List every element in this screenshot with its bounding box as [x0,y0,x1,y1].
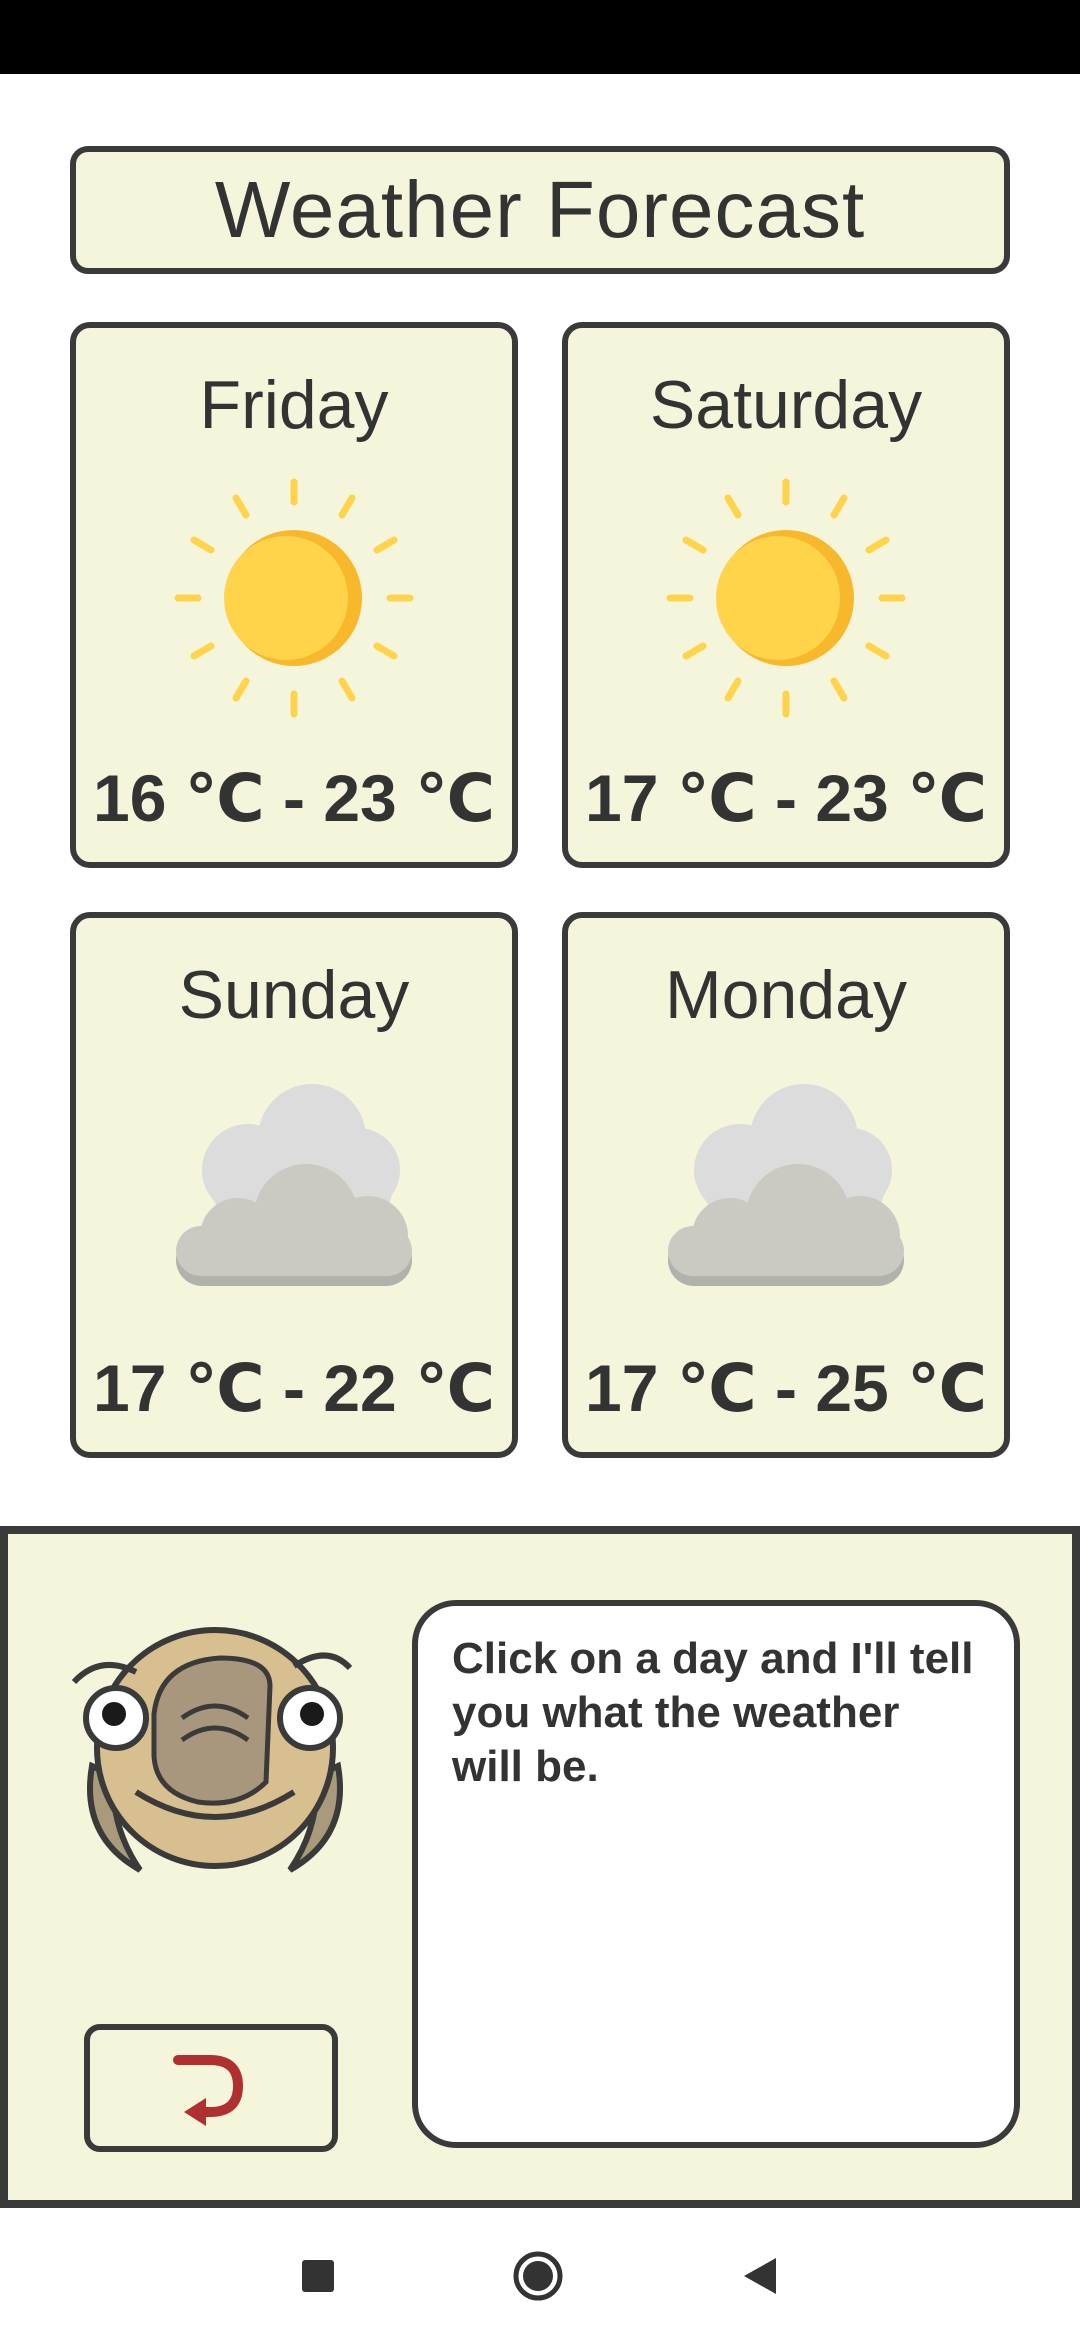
day-card-sunday[interactable]: Sunday 17 ℃ - 22 ℃ [70,912,518,1458]
back-triangle-icon[interactable] [730,2246,790,2306]
sun-icon [666,478,906,718]
day-card-monday[interactable]: Monday 17 ℃ - 25 ℃ [562,912,1010,1458]
undo-button[interactable] [84,2024,338,2152]
assistant-message: Click on a day and I'll tell you what th… [452,1634,974,1791]
sun-icon [174,478,414,718]
mascot-face-icon [71,1627,353,1873]
speech-bubble: Click on a day and I'll tell you what th… [412,1600,1020,2148]
day-name: Sunday [178,957,410,1033]
cloud-icon [176,1084,412,1286]
temperature-range: 16 ℃ - 23 ℃ [93,761,495,835]
temperature-range: 17 ℃ - 22 ℃ [93,1351,495,1425]
day-name: Friday [199,367,389,443]
temperature-range: 17 ℃ - 23 ℃ [585,761,987,835]
day-card-friday[interactable]: Friday 16 ℃ - 23 ℃ [70,322,518,868]
system-nav-bar [0,2210,1080,2340]
title-banner: Weather Forecast [70,146,1010,274]
day-name: Monday [665,957,907,1033]
day-card-saturday[interactable]: Saturday 17 ℃ - 23 ℃ [562,322,1010,868]
status-bar [0,0,1080,74]
page-title: Weather Forecast [214,165,866,254]
day-name: Saturday [649,367,923,443]
cloud-icon [668,1084,904,1286]
undo-arrow-icon [173,2055,244,2126]
recents-square-icon[interactable] [288,2246,348,2306]
temperature-range: 17 ℃ - 25 ℃ [585,1351,987,1425]
assistant-panel: Click on a day and I'll tell you what th… [0,1526,1080,2208]
home-circle-icon[interactable] [508,2246,568,2306]
